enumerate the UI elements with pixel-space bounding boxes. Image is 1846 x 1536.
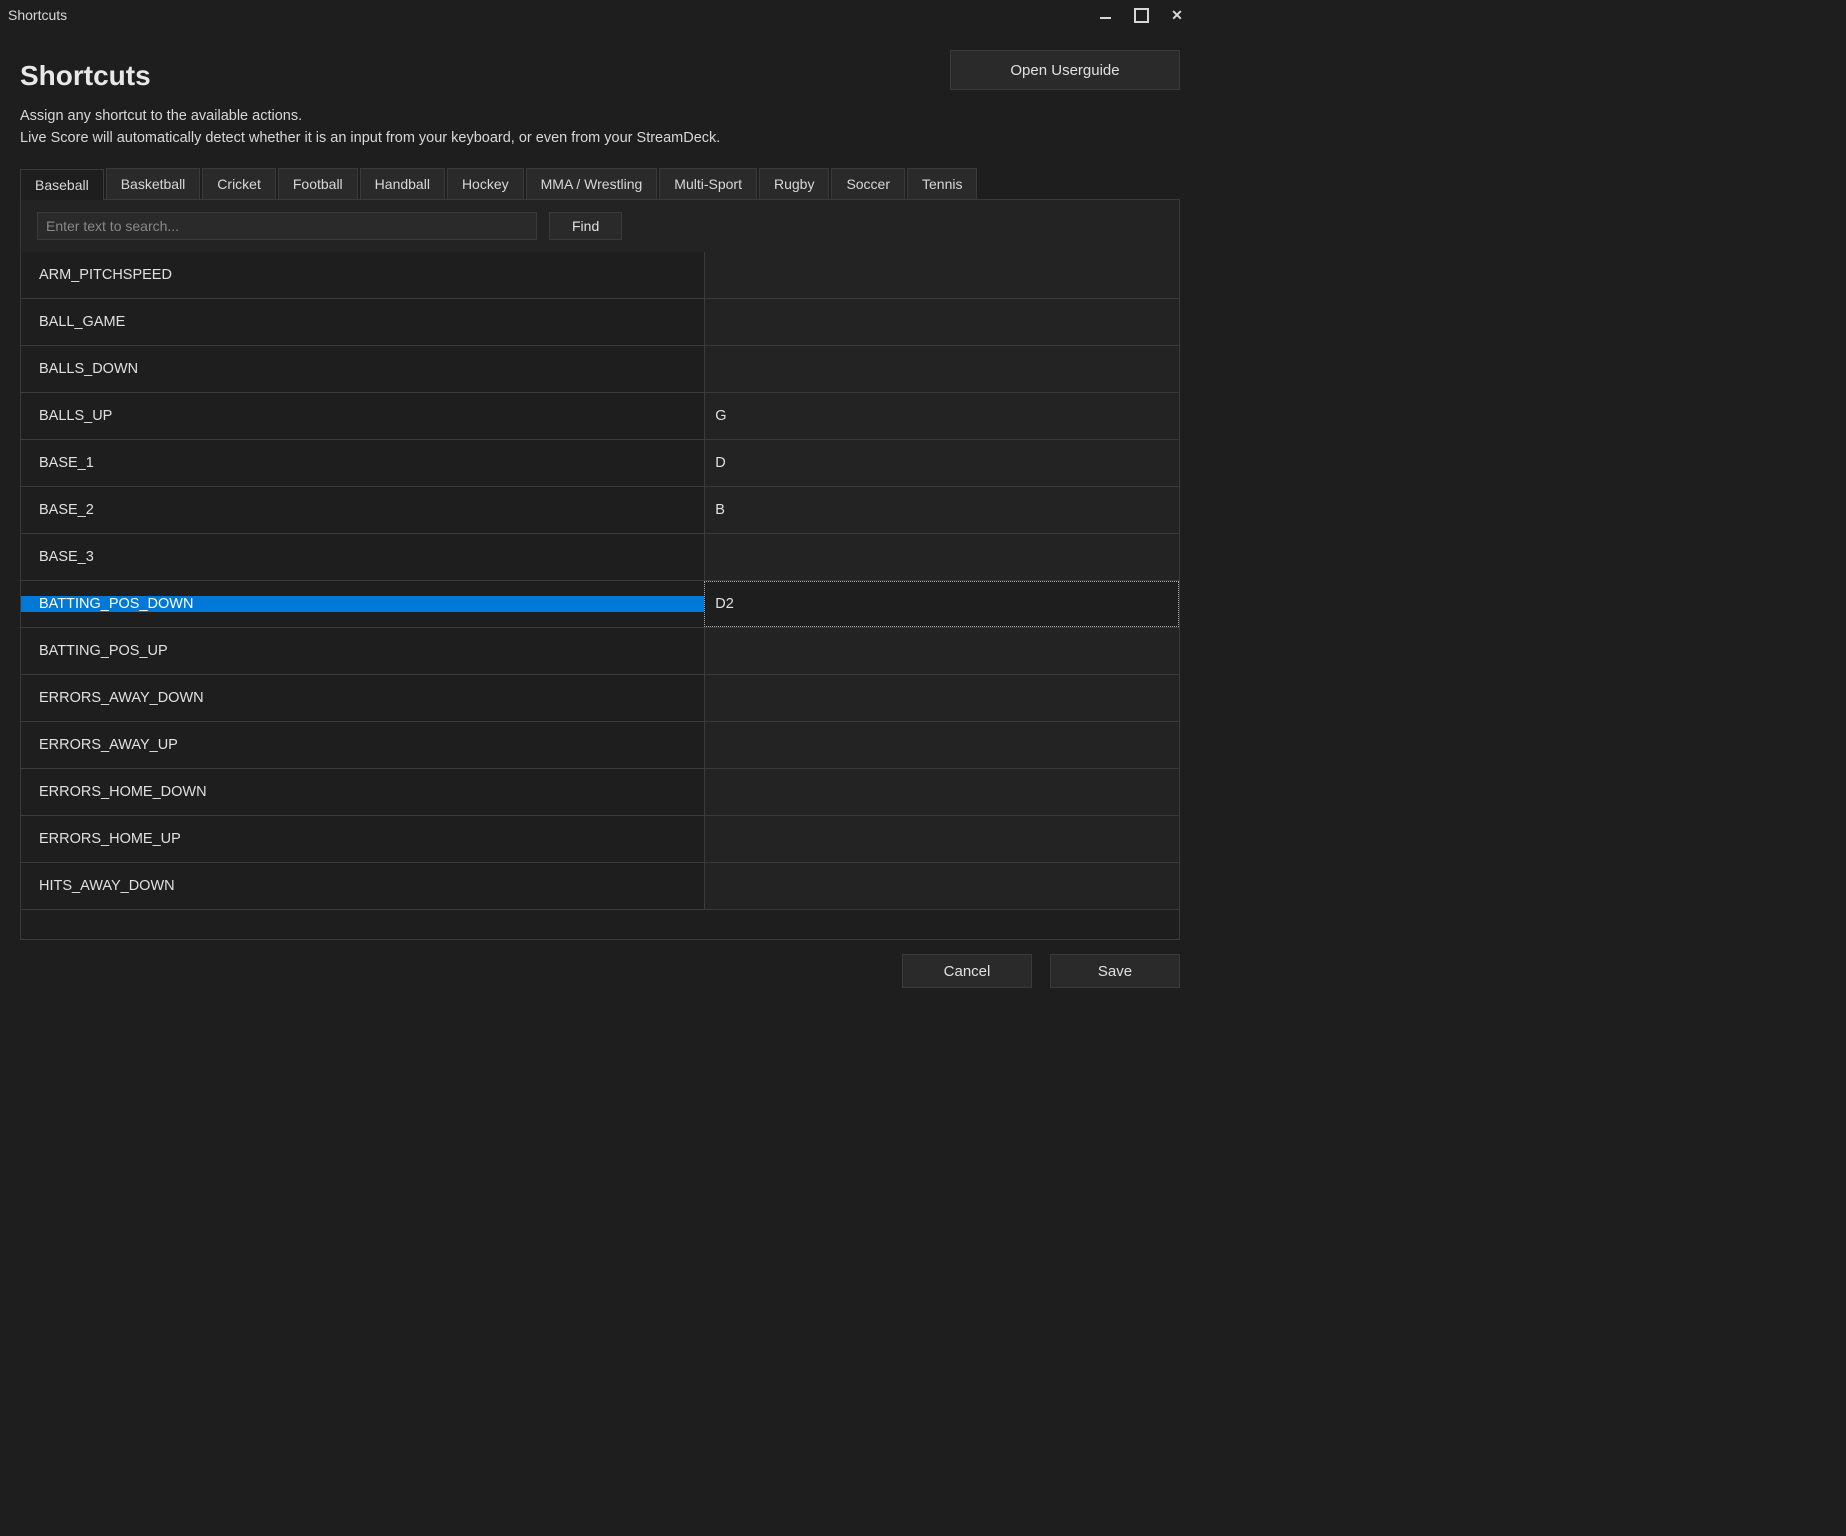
action-label: BATTING_POS_UP: [21, 643, 704, 659]
shortcut-value[interactable]: [704, 534, 1179, 580]
action-label: ARM_PITCHSPEED: [21, 267, 704, 283]
shortcut-value[interactable]: [704, 675, 1179, 721]
shortcut-value[interactable]: B: [704, 487, 1179, 533]
shortcut-value[interactable]: G: [704, 393, 1179, 439]
tab-baseball[interactable]: Baseball: [20, 169, 104, 200]
tab-soccer[interactable]: Soccer: [831, 168, 905, 199]
table-row[interactable]: BATTING_POS_DOWND2: [21, 581, 1179, 628]
shortcut-value[interactable]: [704, 863, 1179, 909]
tab-hockey[interactable]: Hockey: [447, 168, 524, 199]
minimize-icon[interactable]: [1096, 6, 1114, 24]
shortcut-value[interactable]: [704, 346, 1179, 392]
table-row[interactable]: ERRORS_HOME_UP: [21, 816, 1179, 863]
action-label: HITS_AWAY_DOWN: [21, 878, 704, 894]
save-button[interactable]: Save: [1050, 954, 1180, 988]
page-subtitle: Assign any shortcut to the available act…: [20, 106, 1180, 150]
shortcut-value[interactable]: [704, 252, 1179, 298]
action-label: ERRORS_AWAY_DOWN: [21, 690, 704, 706]
table-row[interactable]: ERRORS_AWAY_DOWN: [21, 675, 1179, 722]
table-row[interactable]: BALLS_UPG: [21, 393, 1179, 440]
action-label: ERRORS_AWAY_UP: [21, 737, 704, 753]
action-label: BATTING_POS_DOWN: [21, 596, 704, 612]
action-label: BALLS_UP: [21, 408, 704, 424]
table-row[interactable]: BALL_GAME: [21, 299, 1179, 346]
shortcut-value[interactable]: [704, 722, 1179, 768]
action-label: BASE_3: [21, 549, 704, 565]
action-label: BASE_2: [21, 502, 704, 518]
table-row[interactable]: BALLS_DOWN: [21, 346, 1179, 393]
action-label: BALLS_DOWN: [21, 361, 704, 377]
tab-handball[interactable]: Handball: [360, 168, 445, 199]
action-label: ERRORS_HOME_DOWN: [21, 784, 704, 800]
table-row[interactable]: ERRORS_HOME_DOWN: [21, 769, 1179, 816]
shortcut-value[interactable]: [704, 816, 1179, 862]
shortcut-value[interactable]: D: [704, 440, 1179, 486]
open-userguide-button[interactable]: Open Userguide: [950, 50, 1180, 90]
tab-basketball[interactable]: Basketball: [106, 168, 201, 199]
tab-tennis[interactable]: Tennis: [907, 168, 977, 199]
shortcut-value[interactable]: D2: [704, 581, 1179, 627]
action-label: BALL_GAME: [21, 314, 704, 330]
tab-mma-wrestling[interactable]: MMA / Wrestling: [526, 168, 658, 199]
titlebar: Shortcuts: [0, 0, 1200, 30]
page-title: Shortcuts: [20, 60, 151, 92]
shortcut-table[interactable]: ARM_PITCHSPEED BALL_GAME BALLS_DOWN BALLS_U…: [21, 252, 1179, 940]
table-row[interactable]: ARM_PITCHSPEED: [21, 252, 1179, 299]
table-row[interactable]: ERRORS_AWAY_UP: [21, 722, 1179, 769]
table-row[interactable]: BATTING_POS_UP: [21, 628, 1179, 675]
shortcut-value[interactable]: [704, 769, 1179, 815]
find-button[interactable]: Find: [549, 212, 622, 240]
table-row[interactable]: BASE_1D: [21, 440, 1179, 487]
tab-football[interactable]: Football: [278, 168, 358, 199]
tab-cricket[interactable]: Cricket: [202, 168, 276, 199]
action-label: ERRORS_HOME_UP: [21, 831, 704, 847]
sport-tabs: BaseballBasketballCricketFootballHandbal…: [20, 168, 1180, 200]
table-row[interactable]: HITS_AWAY_DOWN: [21, 863, 1179, 910]
shortcut-value[interactable]: [704, 299, 1179, 345]
table-row[interactable]: BASE_2B: [21, 487, 1179, 534]
action-label: BASE_1: [21, 455, 704, 471]
search-input[interactable]: [37, 212, 537, 240]
table-row[interactable]: BASE_3: [21, 534, 1179, 581]
tab-multi-sport[interactable]: Multi-Sport: [659, 168, 757, 199]
shortcut-value[interactable]: [704, 628, 1179, 674]
window-title: Shortcuts: [8, 7, 67, 23]
close-icon[interactable]: [1168, 6, 1186, 24]
tab-rugby[interactable]: Rugby: [759, 168, 829, 199]
cancel-button[interactable]: Cancel: [902, 954, 1032, 988]
maximize-icon[interactable]: [1132, 6, 1150, 24]
